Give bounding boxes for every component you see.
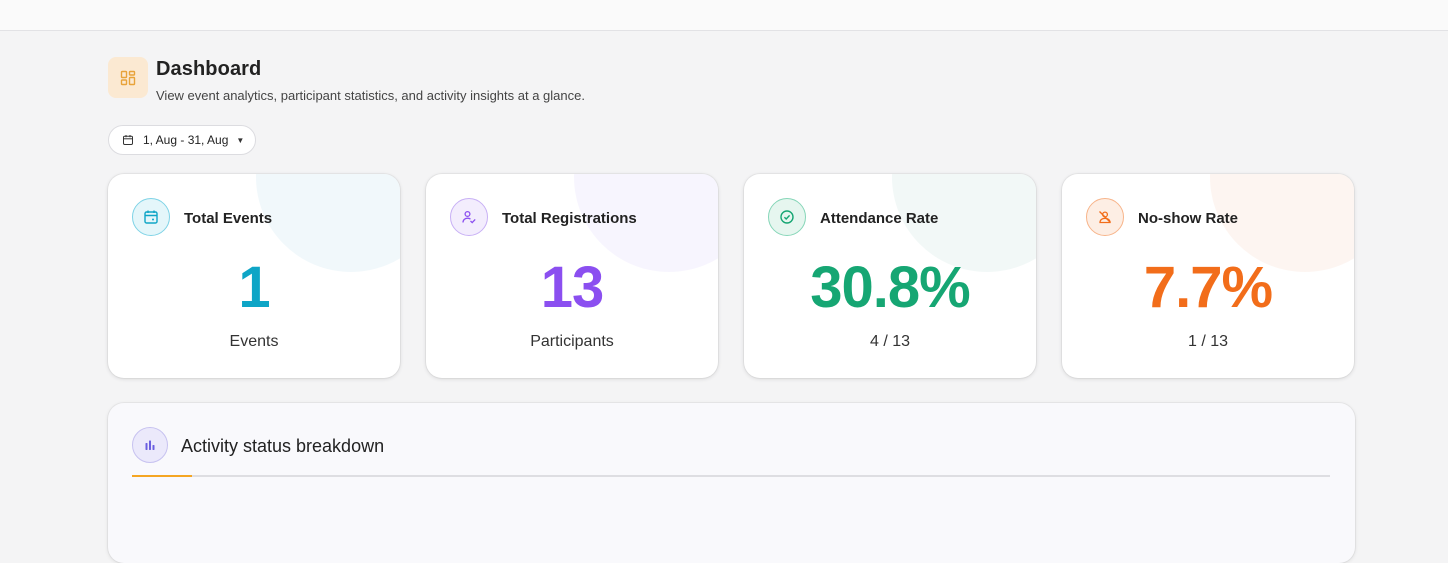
card-title: Total Registrations [502, 210, 637, 227]
card-value: 13 [540, 255, 605, 320]
chevron-down-icon: ▼ [236, 135, 245, 145]
bar-chart-icon [132, 427, 168, 463]
date-range-picker[interactable]: 1, Aug - 31, Aug ▼ [108, 125, 256, 155]
card-title: Attendance Rate [820, 210, 939, 227]
dashboard-grid-icon [108, 57, 148, 98]
card-subtitle: Events [229, 333, 279, 350]
card-subtitle: 4 / 13 [869, 333, 911, 350]
page-header: Dashboard View event analytics, particip… [108, 57, 585, 103]
card-attendance-rate: Attendance Rate 30.8% 4 / 13 [744, 174, 1036, 378]
top-bar [0, 0, 1448, 31]
page-subtitle: View event analytics, participant statis… [156, 88, 585, 103]
check-circle-icon [768, 198, 806, 236]
calendar-icon [132, 198, 170, 236]
calendar-icon [122, 134, 134, 146]
card-title: Total Events [184, 210, 273, 227]
card-value: 1 [238, 255, 270, 320]
active-tab-indicator[interactable] [132, 475, 192, 477]
card-total-registrations: Total Registrations 13 Participants [426, 174, 718, 378]
card-no-show-rate: No-show Rate 7.7% 1 / 13 [1062, 174, 1354, 378]
user-off-icon [1086, 198, 1124, 236]
activity-status-panel: Activity status breakdown [108, 403, 1355, 563]
user-check-icon [450, 198, 488, 236]
card-value: 30.8% [810, 255, 970, 320]
date-range-label: 1, Aug - 31, Aug [143, 133, 229, 147]
panel-title: Activity status breakdown [181, 436, 385, 456]
card-subtitle: Participants [530, 333, 614, 350]
card-total-events: Total Events 1 Events [108, 174, 400, 378]
page-title: Dashboard [156, 58, 262, 80]
card-value: 7.7% [1143, 255, 1273, 320]
card-title: No-show Rate [1138, 210, 1239, 227]
tab-divider [132, 475, 1330, 477]
card-subtitle: 1 / 13 [1187, 333, 1229, 350]
